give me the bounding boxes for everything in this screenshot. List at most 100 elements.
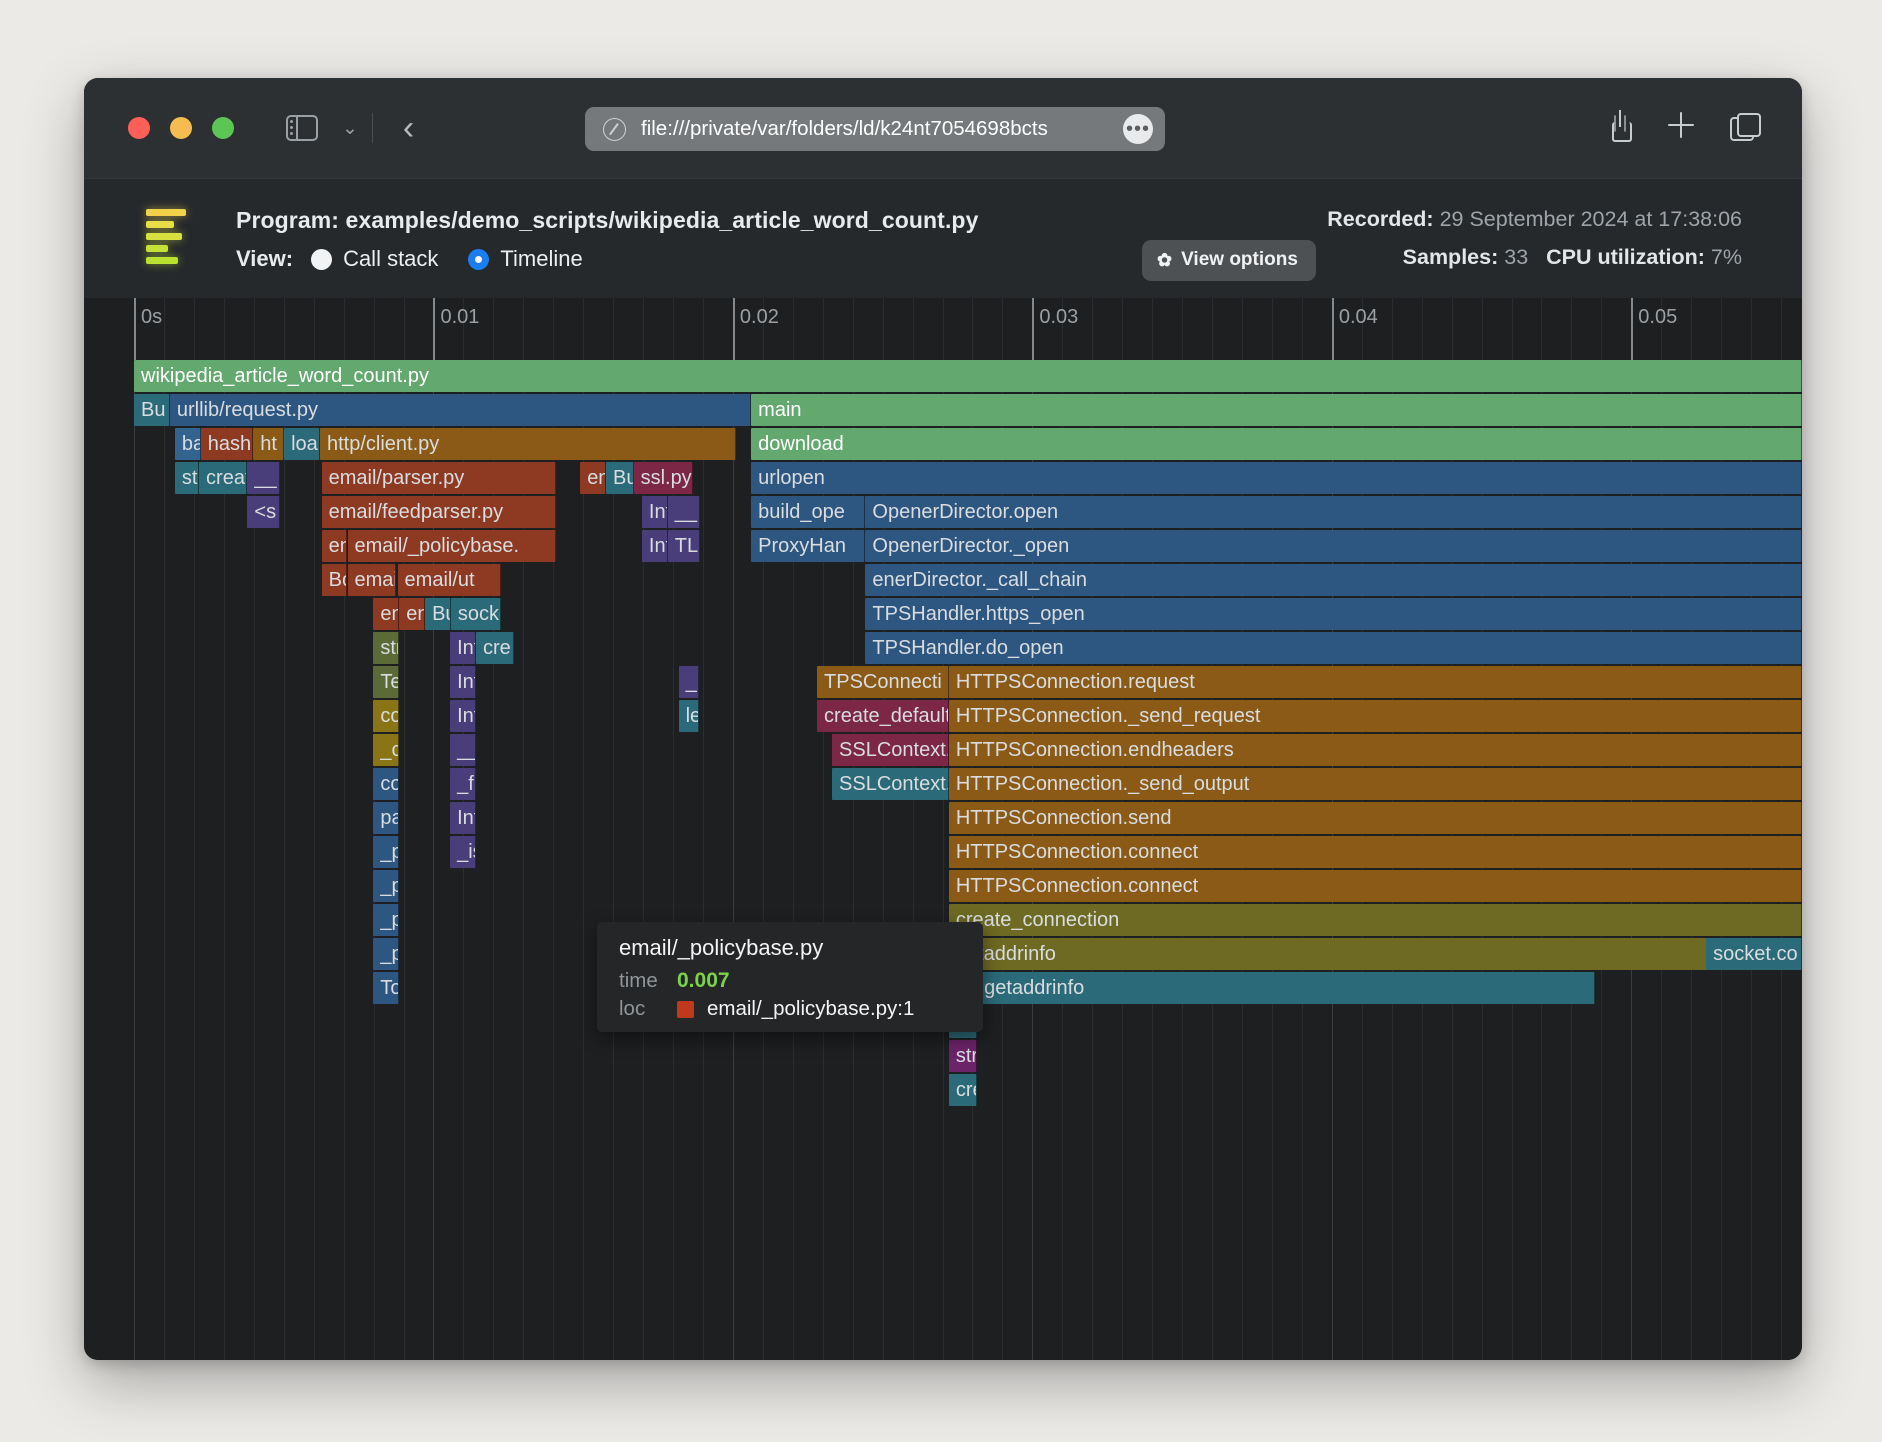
flamegraph-frame[interactable]: build_ope [751,496,865,528]
flamegraph-frame[interactable]: cre [476,632,514,664]
radio-call-stack-indicator[interactable] [311,249,332,270]
flamegraph-frame[interactable]: ssl.py [634,462,693,494]
flamegraph-frame[interactable]: TPSHandler.do_open [865,632,1802,664]
flamegraph-frame[interactable]: urllib/request.py [170,394,751,426]
flamegraph-frame[interactable]: Bu [134,394,170,426]
flamegraph-frame[interactable]: creat [199,462,247,494]
flamegraph-frame[interactable]: emai [348,564,396,596]
flamegraph-frame[interactable]: _ [679,666,699,698]
flamegraph-frame[interactable]: create_connection [949,904,1802,936]
flamegraph-frame[interactable]: SSLContext.s [832,768,949,800]
tab-overview-icon[interactable] [1730,113,1758,138]
flamegraph-frame[interactable]: str [949,1040,977,1072]
share-icon[interactable] [1608,110,1632,140]
flamegraph-frame[interactable]: Int [642,530,668,562]
flamegraph-frame[interactable]: Int [450,802,476,834]
sidebar-toggle-button[interactable]: ⌄ [286,115,358,141]
flamegraph-frame[interactable]: Int [450,632,476,664]
flamegraph-frame[interactable]: HTTPSConnection.endheaders [949,734,1802,766]
flamegraph-frame[interactable]: <s [247,496,280,528]
flamegraph-frame[interactable]: email/feedparser.py [322,496,556,528]
flamegraph-frame[interactable]: _c [373,734,399,766]
flamegraph-frame[interactable]: _fi [450,768,476,800]
flamegraph-frame[interactable]: socket.co [1706,938,1802,970]
flamegraph-frame[interactable]: _p [373,904,399,936]
flamegraph-frame[interactable]: HTTPSConnection.request [949,666,1802,698]
flamegraph-frame[interactable]: Int [450,700,476,732]
flamegraph-frame[interactable]: ProxyHan [751,530,865,562]
flamegraph-frame[interactable]: http/client.py [320,428,736,460]
flamegraph-frame[interactable]: OpenerDirector._open [865,530,1802,562]
flamegraph-frame[interactable]: enerDirector._call_chain [865,564,1802,596]
flamegraph-frame[interactable]: str [373,632,399,664]
radio-timeline-indicator[interactable] [468,249,489,270]
flamegraph-frame[interactable]: _is [450,836,476,868]
radio-timeline[interactable]: Timeline [468,246,582,272]
flamegraph-frame[interactable]: email/ut [398,564,501,596]
flamegraph-frame[interactable]: __ [450,734,476,766]
axis-tick-label: 0.04 [1332,306,1378,329]
flamegraph-frame[interactable]: en [399,598,425,630]
flamegraph-frame[interactable]: le [679,700,699,732]
flamegraph-frame[interactable]: email/_policybase. [348,530,557,562]
flamegraph-row: Buurllib/request.pymain [84,394,1802,428]
flamegraph-frame[interactable]: socke [451,598,501,630]
flamegraph-frame[interactable]: TL [668,530,701,562]
flamegraph-frame[interactable]: Int [450,666,476,698]
flamegraph-rows[interactable]: wikipedia_article_word_count.pyBuurllib/… [84,360,1802,1360]
flamegraph-frame[interactable]: pa [373,802,399,834]
flamegraph-frame[interactable]: HTTPSConnection.send [949,802,1802,834]
flamegraph-frame[interactable]: download [751,428,1802,460]
flamegraph-frame[interactable]: Bu [425,598,451,630]
minimize-window-button[interactable] [170,117,192,139]
flamegraph-frame[interactable]: loa [284,428,320,460]
flamegraph-frame[interactable]: cre [949,1074,977,1106]
flamegraph-frame[interactable]: OpenerDirector.open [865,496,1802,528]
flamegraph-frame[interactable]: co [373,768,399,800]
flamegraph-frame[interactable]: sta [175,462,199,494]
maximize-window-button[interactable] [212,117,234,139]
view-options-button[interactable]: ✿ View options [1142,240,1316,281]
flamegraph-panel[interactable]: 0s0.010.020.030.040.05 wikipedia_article… [84,298,1802,1360]
flamegraph-frame[interactable]: __ [247,462,280,494]
flamegraph-frame[interactable]: HTTPSConnection._send_request [949,700,1802,732]
flamegraph-frame[interactable]: __ [668,496,701,528]
flamegraph-frame[interactable]: main [751,394,1802,426]
flamegraph-frame[interactable]: HTTPSConnection._send_output [949,768,1802,800]
flamegraph-frame[interactable]: SSLContext.lo [832,734,949,766]
flamegraph-frame[interactable]: wikipedia_article_word_count.py [134,360,1802,392]
flamegraph-frame[interactable]: en [322,530,348,562]
flamegraph-frame[interactable]: HTTPSConnection.connect [949,836,1802,868]
flamegraph-frame[interactable]: Te [373,666,399,698]
flamegraph-frame[interactable]: _p [373,870,399,902]
flamegraph-frame[interactable]: en [580,462,606,494]
flamegraph-frame[interactable]: getaddrinfo [977,972,1595,1004]
flamegraph-frame[interactable]: TPSHandler.https_open [865,598,1802,630]
flamegraph-frame[interactable]: To [373,972,399,1004]
flamegraph-frame[interactable]: getaddrinfo [949,938,1802,970]
flamegraph-frame[interactable]: Int [642,496,668,528]
flamegraph-frame[interactable]: email/parser.py [322,462,556,494]
flamegraph-frame[interactable]: ht [253,428,284,460]
flamegraph-frame[interactable]: ba [175,428,201,460]
more-options-icon[interactable]: ••• [1123,114,1153,144]
flamegraph-frame[interactable]: create_default_ [817,700,949,732]
flamegraph-frame[interactable]: TPSConnecti [817,666,949,698]
flamegraph-frame[interactable]: Bu [606,462,634,494]
radio-call-stack[interactable]: Call stack [311,246,438,272]
flamegraph-frame[interactable]: co [373,700,399,732]
flamegraph-frame[interactable]: urlopen [751,462,1802,494]
plus-icon[interactable] [1668,112,1694,138]
flamegraph-frame[interactable]: HTTPSConnection.connect [949,870,1802,902]
flamegraph-frame[interactable]: Bo [322,564,348,596]
flamegraph-frame[interactable]: hash [201,428,254,460]
url-text[interactable]: file:///private/var/folders/ld/k24nt7054… [641,117,1111,141]
flamegraph-frame[interactable]: _p [373,836,399,868]
chevron-down-icon[interactable]: ⌄ [342,117,358,140]
back-button[interactable]: ‹ [403,109,414,148]
address-bar[interactable]: file:///private/var/folders/ld/k24nt7054… [585,107,1165,151]
close-window-button[interactable] [128,117,150,139]
flamegraph-row: _p _is HTTPSConnection.connect [84,836,1802,870]
flamegraph-frame[interactable]: _p [373,938,399,970]
flamegraph-frame[interactable]: en [373,598,399,630]
